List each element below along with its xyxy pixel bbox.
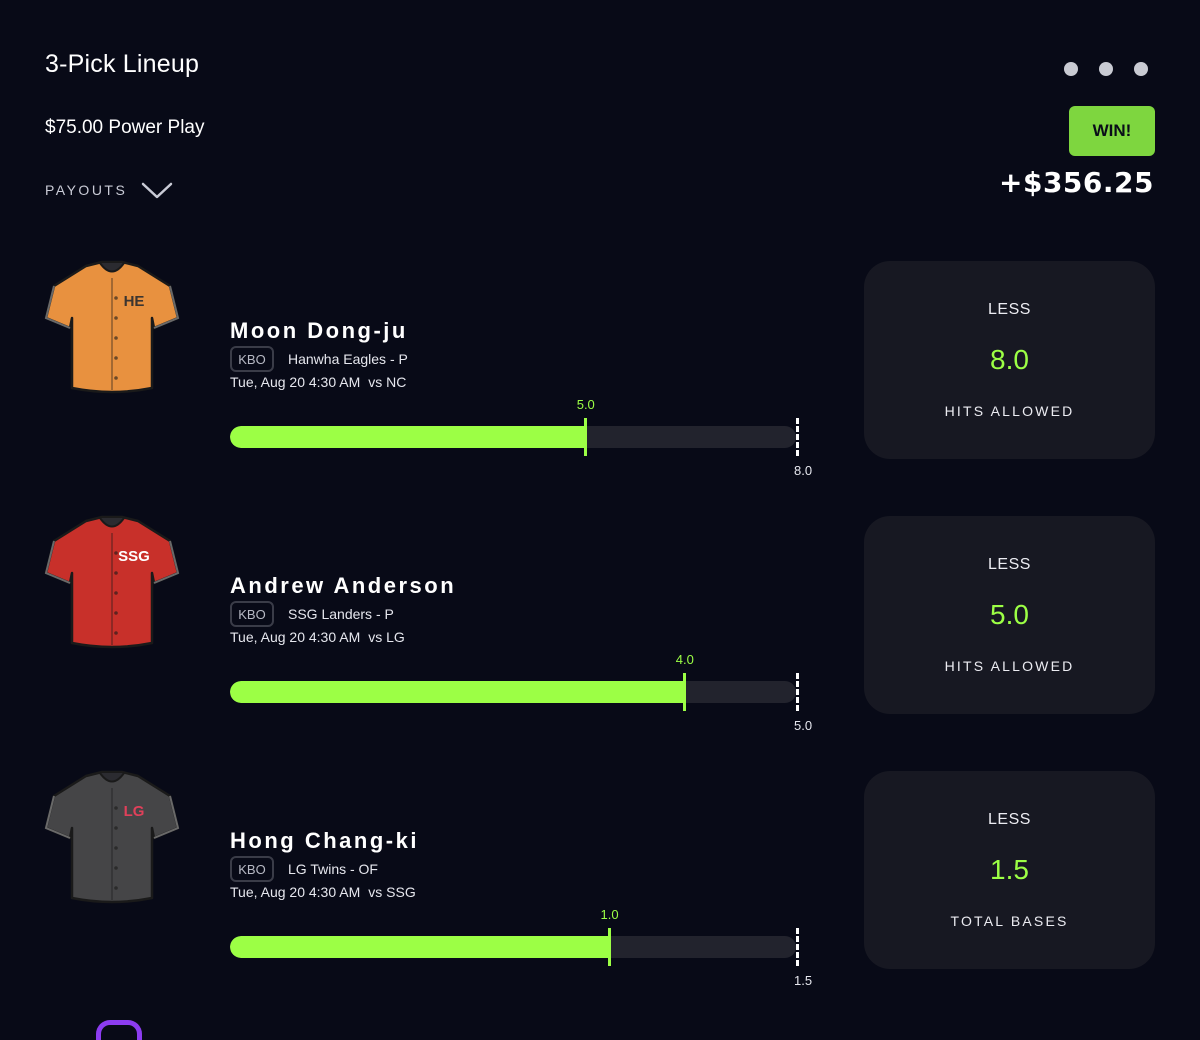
pick-direction: LESS [988,556,1031,573]
stat-type: HITS ALLOWED [944,658,1075,674]
player-name[interactable]: Hong Chang-ki [230,828,419,854]
league-badge: KBO [230,856,274,882]
pick-row[interactable]: HE Moon Dong-ju KBO Hanwha Eagles - P Tu… [0,258,1200,513]
player-name[interactable]: Moon Dong-ju [230,318,408,344]
projection-line: 1.5 [990,854,1029,885]
game-time: Tue, Aug 20 4:30 AM [230,884,361,900]
current-value-marker [583,418,587,456]
payouts-toggle[interactable]: PAYOUTS [45,180,173,200]
progress-track [230,936,796,958]
game-info: Tue, Aug 20 4:30 AM vs NC [230,374,406,390]
current-value-label: 5.0 [576,397,595,412]
progress-fill [230,936,608,958]
progress-fill [230,681,683,703]
pick-row[interactable]: LG Hong Chang-ki KBO LG Twins - OF Tue, … [0,768,1200,1023]
goal-line [796,673,799,711]
projection-card[interactable]: LESS 1.5 TOTAL BASES [864,771,1155,969]
more-options-icon[interactable] [1064,62,1148,76]
goal-value-label: 1.5 [794,973,813,988]
game-time: Tue, Aug 20 4:30 AM [230,629,361,645]
game-opponent: vs LG [368,629,405,645]
player-name[interactable]: Andrew Anderson [230,573,456,599]
game-opponent: vs SSG [368,884,416,900]
result-badge: WIN! [1069,106,1155,156]
game-info: Tue, Aug 20 4:30 AM vs LG [230,629,405,645]
progress-fill [230,426,584,448]
league-badge: KBO [230,601,274,627]
pick-row[interactable]: SSG Andrew Anderson KBO SSG Landers - P … [0,513,1200,768]
pick-direction: LESS [988,811,1031,828]
stat-type: HITS ALLOWED [944,403,1075,419]
progress-track [230,426,796,448]
jersey-team-text: LG [124,803,145,820]
lineup-title: 3-Pick Lineup [45,50,200,78]
league-badge: KBO [230,346,274,372]
game-opponent: vs NC [368,374,407,390]
projection-card[interactable]: LESS 8.0 HITS ALLOWED [864,261,1155,459]
progress-track [230,681,796,703]
jersey-team-text: SSG [118,548,150,565]
projection-line: 8.0 [990,344,1029,375]
goal-line [796,928,799,966]
goal-value-label: 8.0 [794,463,813,478]
winnings-amount: +$356.25 [999,166,1154,199]
goal-value-label: 5.0 [794,718,813,733]
team-position: SSG Landers - P [288,606,394,622]
chevron-down-icon [142,182,173,199]
team-jersey-icon: HE [44,260,180,394]
goal-line [796,418,799,456]
game-info: Tue, Aug 20 4:30 AM vs SSG [230,884,416,900]
team-position: LG Twins - OF [288,861,378,877]
pick-direction: LESS [988,301,1031,318]
game-time: Tue, Aug 20 4:30 AM [230,374,361,390]
current-value-marker [607,928,611,966]
projection-line: 5.0 [990,599,1029,630]
team-jersey-icon: SSG [44,515,180,649]
projection-card[interactable]: LESS 5.0 HITS ALLOWED [864,516,1155,714]
stat-type: TOTAL BASES [950,913,1069,929]
current-value-marker [682,673,686,711]
current-value-label: 4.0 [675,652,694,667]
current-value-label: 1.0 [600,907,619,922]
payouts-label: PAYOUTS [45,182,128,198]
app-logo-icon [96,1020,142,1040]
jersey-team-text: HE [124,293,145,310]
team-jersey-icon: LG [44,770,180,904]
team-position: Hanwha Eagles - P [288,351,408,367]
entry-amount: $75.00 Power Play [45,117,205,138]
